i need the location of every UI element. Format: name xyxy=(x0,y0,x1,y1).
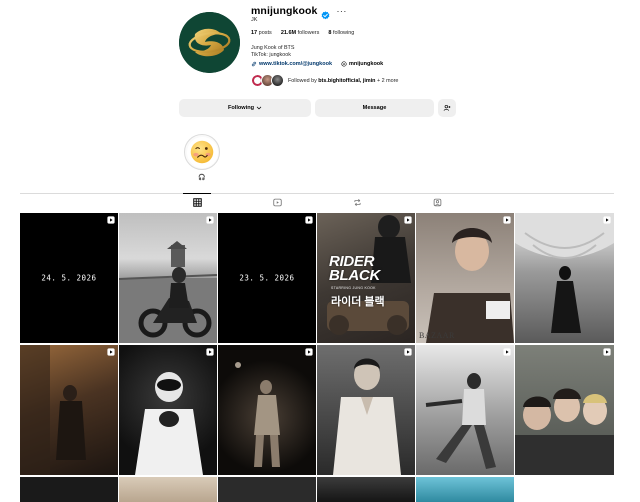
followed-by[interactable]: Followed by bts.bighitofficial, jimin + … xyxy=(251,74,398,87)
following-label: following xyxy=(332,30,355,36)
tagged-icon xyxy=(433,198,441,206)
username-row: mnijungkook ··· xyxy=(251,4,347,19)
post-overlay-korean: 라이더 블랙 xyxy=(331,296,385,308)
posts-stat: 17 posts xyxy=(251,30,272,36)
reel-icon xyxy=(206,216,214,224)
reel-icon xyxy=(107,216,115,224)
reel-icon xyxy=(305,348,313,356)
tabs-divider xyxy=(20,193,614,194)
post-tile[interactable] xyxy=(20,345,118,475)
profile-avatar[interactable] xyxy=(179,12,240,73)
highlight-ring xyxy=(184,134,220,170)
post-tile[interactable] xyxy=(218,345,316,475)
post-image xyxy=(425,373,496,469)
post-tile[interactable] xyxy=(416,477,514,502)
reel-icon xyxy=(503,348,511,356)
post-date-text: 23. 5. 2026 xyxy=(239,273,295,283)
bio-line: TikTok: jungkook xyxy=(251,52,291,58)
story-highlight[interactable]: 🎧 xyxy=(184,134,220,181)
reel-icon xyxy=(305,216,313,224)
post-image xyxy=(235,362,280,467)
post-tile[interactable]: 23. 5. 2026 xyxy=(218,213,316,343)
post-tile[interactable] xyxy=(20,477,118,502)
tab-tagged[interactable] xyxy=(431,196,443,208)
profile-full-name: JK xyxy=(251,17,258,23)
highlight-label: 🎧 xyxy=(198,175,206,181)
website-link[interactable]: www.tiktok.com/@jungkook xyxy=(251,61,332,67)
post-tile[interactable] xyxy=(119,213,217,343)
reel-icon xyxy=(503,216,511,224)
avatar xyxy=(271,74,284,87)
tab-reposts[interactable] xyxy=(351,196,363,208)
post-overlay-subtitle: STARRING JUNG KOOK xyxy=(331,286,376,290)
bio-line: Jung Kook of BTS xyxy=(251,45,295,51)
verified-badge-icon xyxy=(321,7,330,19)
profile-bio: Jung Kook of BTS TikTok: jungkook xyxy=(251,45,294,59)
woozy-face-icon xyxy=(190,140,214,164)
followers-stat[interactable]: 21.6M followers xyxy=(281,30,320,36)
add-user-icon xyxy=(443,105,451,111)
profile-stats: 17 posts 21.6M followers 8 following xyxy=(251,30,354,36)
post-tile[interactable]: RIDER BLACK STARRING JUNG KOOK 라이더 블랙 xyxy=(317,213,415,343)
followed-by-prefix: Followed by xyxy=(288,77,317,84)
followers-count: 21.6M xyxy=(280,30,297,36)
link-icon xyxy=(251,61,257,67)
threads-handle: mnijungkook xyxy=(349,61,384,67)
post-date-text: 24. 5. 2026 xyxy=(41,273,97,283)
post-tile[interactable] xyxy=(515,213,614,343)
following-count: 8 xyxy=(328,30,332,36)
followed-by-text: Followed by bts.bighitofficial, jimin + … xyxy=(288,78,398,84)
reel-icon xyxy=(603,348,611,356)
options-more-icon[interactable]: ··· xyxy=(336,7,347,16)
post-tile[interactable] xyxy=(317,477,415,502)
reel-icon xyxy=(206,348,214,356)
post-tile[interactable] xyxy=(317,345,415,475)
post-tile[interactable] xyxy=(119,345,217,475)
post-image xyxy=(515,388,614,475)
following-button-label: Following xyxy=(227,105,255,111)
profile-links: www.tiktok.com/@jungkook mnijungkook xyxy=(251,61,383,67)
reel-icon xyxy=(603,216,611,224)
threads-icon xyxy=(341,61,347,67)
followed-by-names: bts.bighitofficial, jimin xyxy=(318,77,376,84)
post-tile[interactable]: 24. 5. 2026 xyxy=(20,213,118,343)
website-url: www.tiktok.com/@jungkook xyxy=(259,61,332,67)
active-tab-indicator xyxy=(183,193,211,194)
post-tile[interactable] xyxy=(218,477,316,502)
message-button[interactable]: Message xyxy=(315,99,434,117)
followed-by-more: + 2 more xyxy=(376,77,399,84)
post-image xyxy=(515,213,614,333)
repost-icon xyxy=(353,198,361,206)
chevron-down-icon xyxy=(256,106,262,110)
post-overlay-brand: BAZAAR xyxy=(419,331,455,340)
post-image xyxy=(20,345,86,475)
followed-by-avatars xyxy=(251,74,284,87)
post-image xyxy=(333,358,401,475)
posts-label: posts xyxy=(258,30,272,36)
post-image xyxy=(426,228,514,343)
post-tile[interactable] xyxy=(515,345,614,475)
grid-icon xyxy=(192,197,202,207)
message-button-label: Message xyxy=(362,105,387,111)
followers-label: followers xyxy=(297,30,320,36)
reel-icon xyxy=(404,216,412,224)
reels-icon xyxy=(272,198,282,206)
following-stat[interactable]: 8 following xyxy=(328,30,354,36)
reel-icon xyxy=(107,348,115,356)
highlight-cover xyxy=(186,136,218,168)
threads-link[interactable]: mnijungkook xyxy=(341,61,383,67)
reel-icon xyxy=(404,348,412,356)
posts-count: 17 xyxy=(251,30,258,36)
post-tile[interactable]: BAZAAR xyxy=(416,213,514,343)
profile-username: mnijungkook xyxy=(251,5,318,17)
tab-posts[interactable] xyxy=(191,196,203,208)
suggested-users-button[interactable] xyxy=(438,99,456,117)
post-tile[interactable] xyxy=(416,345,514,475)
tab-reels[interactable] xyxy=(271,196,283,208)
following-button[interactable]: Following xyxy=(179,99,311,117)
post-image xyxy=(135,372,203,475)
post-overlay-title: RIDER BLACK xyxy=(329,253,380,284)
post-image xyxy=(119,241,217,343)
post-tile[interactable] xyxy=(119,477,217,502)
